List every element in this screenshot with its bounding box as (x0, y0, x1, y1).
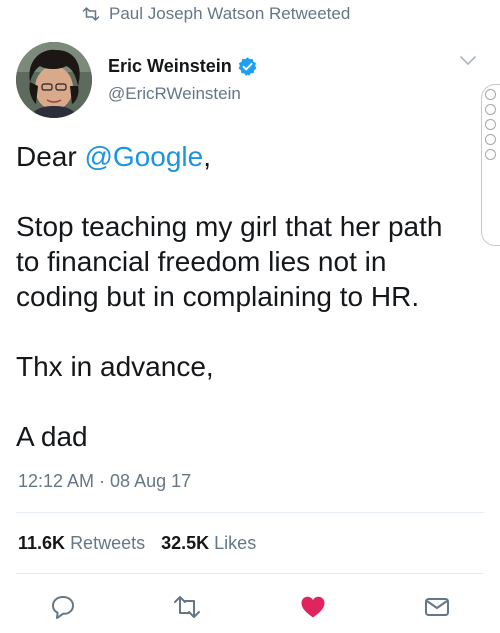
heart-icon[interactable] (300, 594, 326, 620)
likes-count: 32.5K (161, 533, 210, 553)
tweet-line: A dad (16, 421, 88, 452)
handle-dot (485, 149, 496, 160)
chevron-down-icon[interactable] (460, 56, 476, 66)
tweet-line: Thx in advance, (16, 351, 214, 382)
edge-panel-handle[interactable] (481, 84, 500, 246)
tweet-line: coding but in complaining to HR. (16, 281, 420, 312)
greeting-prefix: Dear (16, 141, 85, 172)
retweets-count: 11.6K (18, 533, 66, 553)
retweet-context-label: Paul Joseph Watson Retweeted (109, 4, 351, 23)
action-bar (0, 590, 500, 620)
retweets-label: Retweets (70, 533, 146, 553)
tweet-greeting: Dear @Google, (16, 139, 482, 174)
avatar-image (16, 42, 92, 118)
verified-badge-icon (238, 57, 257, 76)
tweet-stats: 11.6K Retweets 32.5K Likes (18, 533, 256, 554)
retweet-context[interactable]: Paul Joseph Watson Retweeted (82, 4, 350, 24)
tweet-line: Stop teaching my girl that her path (16, 211, 443, 242)
author-handle[interactable]: @EricRWeinstein (108, 84, 258, 104)
avatar[interactable] (16, 42, 92, 118)
reply-icon[interactable] (50, 594, 76, 620)
envelope-icon[interactable] (424, 594, 450, 620)
retweets-stat[interactable]: 11.6K Retweets (18, 533, 145, 554)
retweet-icon[interactable] (173, 594, 201, 620)
author-name[interactable]: Eric Weinstein (108, 56, 232, 77)
retweet-icon (82, 7, 100, 21)
tweet-line: to financial freedom lies not in (16, 246, 387, 277)
handle-dot (485, 104, 496, 115)
tweet-text: Dear @Google, Stop teaching my girl that… (16, 139, 482, 454)
divider (16, 512, 484, 513)
handle-dot (485, 89, 496, 100)
likes-label: Likes (214, 533, 257, 553)
handle-dot (485, 119, 496, 130)
author-name-row: Eric Weinstein (108, 56, 258, 77)
mention-link[interactable]: @Google (84, 141, 203, 172)
greeting-suffix: , (203, 141, 211, 172)
likes-stat[interactable]: 32.5K Likes (161, 533, 256, 554)
author-info[interactable]: Eric Weinstein @EricRWeinstein (108, 56, 258, 104)
handle-dot (485, 134, 496, 145)
tweet-timestamp: 12:12 AM · 08 Aug 17 (18, 471, 192, 491)
divider (16, 573, 484, 574)
